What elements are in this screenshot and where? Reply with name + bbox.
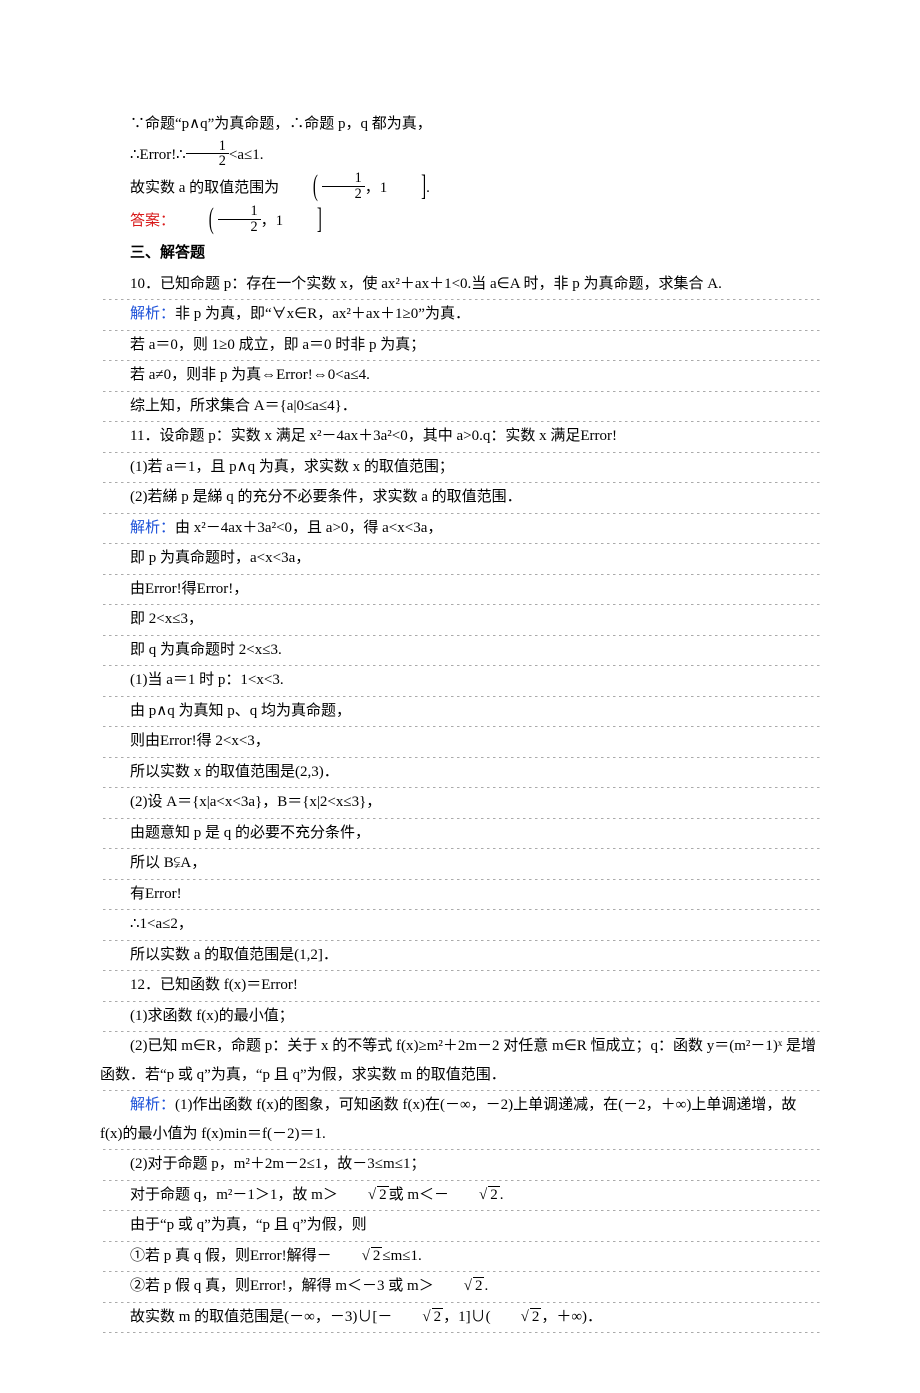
line-answer: 答案： ( 12，1 ] [100, 206, 820, 239]
q11-analysis-11: 由题意知 p 是 q 的必要不充分条件， [100, 819, 820, 850]
q11-analysis-13: 有Error! [100, 880, 820, 911]
section-3-heading: 三、解答题 [100, 239, 820, 270]
q11-analysis-7: 由 p∧q 为真知 p、q 均为真命题， [100, 697, 820, 728]
q11-part1: (1)若 a＝1，且 p∧q 为真，求实数 x 的取值范围； [100, 453, 820, 484]
q12-analysis-1: 解析：(1)作出函数 f(x)的图象，可知函数 f(x)在(－∞，－2)上单调递… [100, 1091, 820, 1150]
q11-analysis-10: (2)设 A＝{x|a<x<3a}，B＝{x|2<x≤3}， [100, 788, 820, 819]
q12-part1: (1)求函数 f(x)的最小值； [100, 1002, 820, 1033]
q12-analysis-3: 对于命题 q，m²－1＞1，故 m＞2或 m＜－2. [100, 1181, 820, 1212]
q11-analysis-12: 所以 B⫋A， [100, 849, 820, 880]
q11-prompt: 11．设命题 p：实数 x 满足 x²－4ax＋3a²<0，其中 a>0.q：实… [100, 422, 820, 453]
q12-analysis-6: ②若 p 假 q 真，则Error!，解得 m＜－3 或 m＞2. [100, 1272, 820, 1303]
q10-prompt: 10．已知命题 p：存在一个实数 x，使 ax²＋ax＋1<0.当 a∈A 时，… [100, 270, 820, 301]
line-error-ineq: ∴Error!∴12<a≤1. [100, 141, 820, 174]
q11-analysis-2: 即 p 为真命题时，a<x<3a， [100, 544, 820, 575]
q12-part2: (2)已知 m∈R，命题 p：关于 x 的不等式 f(x)≥m²＋2m－2 对任… [100, 1032, 820, 1091]
q11-analysis-9: 所以实数 x 的取值范围是(2,3)． [100, 758, 820, 789]
q11-analysis-15: 所以实数 a 的取值范围是(1,2]． [100, 941, 820, 972]
q12-analysis-4: 由于“p 或 q”为真，“p 且 q”为假，则 [100, 1211, 820, 1242]
q11-analysis-14: ∴1<a≤2， [100, 910, 820, 941]
q11-analysis-4: 即 2<x≤3， [100, 605, 820, 636]
q11-analysis-5: 即 q 为真命题时 2<x≤3. [100, 636, 820, 667]
q10-analysis-1: 解析：非 p 为真，即“∀x∈R，ax²＋ax＋1≥0”为真． [100, 300, 820, 331]
q11-part2: (2)若綈 p 是綈 q 的充分不必要条件，求实数 a 的取值范围． [100, 483, 820, 514]
q12-analysis-2: (2)对于命题 p，m²＋2m－2≤1，故－3≤m≤1； [100, 1150, 820, 1181]
q12-prompt: 12．已知函数 f(x)＝Error! [100, 971, 820, 1002]
q11-analysis-8: 则由Error!得 2<x<3， [100, 727, 820, 758]
q12-analysis-7: 故实数 m 的取值范围是(－∞，－3)∪[－2，1]∪(2，＋∞)． [100, 1303, 820, 1334]
q12-analysis-5: ①若 p 真 q 假，则Error!解得－2≤m≤1. [100, 1242, 820, 1273]
q10-analysis-2: 若 a＝0，则 1≥0 成立，即 a＝0 时非 p 为真； [100, 331, 820, 362]
q11-analysis-6: (1)当 a＝1 时 p：1<x<3. [100, 666, 820, 697]
line-pq-true: ∵命题“p∧q”为真命题，∴命题 p，q 都为真， [100, 110, 820, 141]
q10-analysis-3: 若 a≠0，则非 p 为真⇔Error!⇔0<a≤4. [100, 361, 820, 392]
q11-analysis-1: 解析：由 x²－4ax＋3a²<0，且 a>0，得 a<x<3a， [100, 514, 820, 545]
q11-analysis-3: 由Error!得Error!， [100, 575, 820, 606]
q10-analysis-4: 综上知，所求集合 A＝{a|0≤a≤4}． [100, 392, 820, 423]
